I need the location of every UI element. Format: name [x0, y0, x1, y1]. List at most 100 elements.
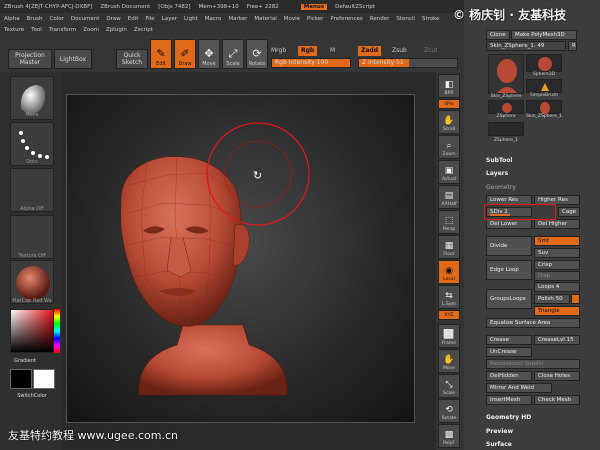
scale-button[interactable]: ⤢ Scale [222, 39, 244, 69]
zoom-button[interactable]: ⌕ Zoom [438, 135, 460, 159]
move-view-button[interactable]: ✋ Move [438, 349, 460, 373]
menu-item[interactable]: Layer [162, 16, 177, 22]
lsym-button[interactable]: ⇆ L.Sym [438, 285, 460, 309]
zcut-toggle[interactable]: Zcut [424, 46, 438, 56]
frame-button[interactable]: ⬜ Frame [438, 324, 460, 348]
z-intensity-slider[interactable]: Z Intensity 51 [358, 58, 458, 68]
triangle-toggle[interactable]: Triangle [534, 306, 580, 316]
tool-thumb-zsphere[interactable] [488, 100, 524, 114]
hue-strip[interactable] [54, 309, 60, 353]
current-tool-slider[interactable]: Skin_ZSphere_1. 49 [486, 41, 566, 51]
tool-thumb-sphere3d[interactable] [526, 54, 562, 72]
zsub-toggle[interactable]: Zsub [392, 46, 407, 56]
local-button[interactable]: ◉ Local [438, 260, 460, 284]
menu-item[interactable]: Zscript [134, 27, 153, 33]
quick-sketch-button[interactable]: Quick Sketch [116, 49, 148, 69]
draw-button[interactable]: ✐ Draw [174, 39, 196, 69]
menu-item[interactable]: Transform [49, 27, 76, 33]
menu-item[interactable]: Color [50, 16, 64, 22]
delhidden-button[interactable]: DelHidden [486, 371, 532, 381]
del-lower-button[interactable]: Del Lower [486, 219, 532, 229]
crease-button[interactable]: Crease [486, 335, 532, 345]
geometry-header[interactable]: Geometry [486, 184, 516, 191]
zadd-toggle[interactable]: Zadd [358, 46, 381, 56]
geometry-hd-header[interactable]: Geometry HD [486, 414, 531, 421]
tool-thumb-skin-zsphere[interactable] [488, 54, 524, 94]
default-zscript[interactable]: DefaultZScript [335, 4, 375, 10]
reconstruct-subdiv-button[interactable]: Reconstruct Subdiv [486, 359, 580, 369]
creaselvl-slider[interactable]: CreaseLvl 15 [534, 335, 580, 345]
crisp-toggle[interactable]: Crisp [534, 260, 580, 270]
mirror-and-weld-button[interactable]: Mirror And Weld [486, 383, 552, 393]
menu-item[interactable]: Stencil [396, 16, 415, 22]
insertmesh-button[interactable]: InsertMesh [486, 395, 532, 405]
menu-item[interactable]: Preferences [330, 16, 362, 22]
menu-item[interactable]: Document [71, 16, 100, 22]
edge-loop-button[interactable]: Edge Loop [486, 260, 532, 280]
xyz-button[interactable]: XYZ [438, 310, 460, 320]
document-canvas[interactable]: ↻ [66, 94, 415, 423]
polish-toggle[interactable] [571, 294, 580, 304]
menu-item[interactable]: Zoom [83, 27, 99, 33]
surface-header[interactable]: Surface [486, 441, 512, 448]
color-picker[interactable] [10, 309, 54, 353]
menu-item[interactable]: Draw [106, 16, 120, 22]
tool-thumb-skin-zsphere-1[interactable] [526, 100, 562, 114]
smt-toggle[interactable]: Smt [534, 236, 580, 246]
polish-slider[interactable]: Polish 50 [534, 294, 570, 304]
cage-button[interactable]: Cage [558, 207, 580, 217]
menu-item[interactable]: Stroke [422, 16, 440, 22]
m-toggle[interactable]: M [330, 46, 335, 56]
menu-item[interactable]: Render [370, 16, 390, 22]
menu-item[interactable]: Movie [284, 16, 300, 22]
move-button[interactable]: ✥ Move [198, 39, 220, 69]
scroll-button[interactable]: ✋ Scroll [438, 110, 460, 134]
close-holes-button[interactable]: Close Holes [534, 371, 580, 381]
rgb-intensity-slider[interactable]: Rgb Intensity 100 [271, 58, 351, 68]
menu-item[interactable]: Alpha [4, 16, 20, 22]
del-higher-button[interactable]: Del Higher [534, 219, 580, 229]
polyf-button[interactable]: ▩ PolyF [438, 424, 460, 448]
layers-header[interactable]: Layers [486, 170, 508, 177]
menu-item[interactable]: Edit [128, 16, 139, 22]
clone-button[interactable]: Clone [486, 30, 510, 40]
uncrease-button[interactable]: UnCrease [486, 347, 532, 357]
edit-button[interactable]: ✎ Edit [150, 39, 172, 69]
equalize-surface-area-button[interactable]: Equalize Surface Area [486, 318, 580, 328]
rotate-view-button[interactable]: ⟲ Rotate [438, 399, 460, 423]
menu-item[interactable]: Picker [307, 16, 323, 22]
groupsloops-button[interactable]: GroupsLoops [486, 289, 532, 309]
menu-item[interactable]: Marker [228, 16, 247, 22]
rgb-toggle[interactable]: Rgb [298, 46, 318, 56]
menu-item[interactable]: Macro [205, 16, 222, 22]
scale-view-button[interactable]: ⤡ Scale [438, 374, 460, 398]
menu-item[interactable]: Tool [31, 27, 42, 33]
lightbox-button[interactable]: LightBox [54, 49, 92, 69]
preview-header[interactable]: Preview [486, 428, 513, 435]
menu-item[interactable]: Material [254, 16, 276, 22]
menu-item[interactable]: Zplugin [106, 27, 127, 33]
persp-button[interactable]: ⬚ Persp [438, 210, 460, 234]
subtool-header[interactable]: SubTool [486, 157, 512, 164]
make-polymesh-button[interactable]: Make PolyMesh3D [511, 30, 577, 40]
secondary-color[interactable] [10, 369, 32, 389]
switch-color-button[interactable]: SwitchColor [10, 393, 54, 399]
r-button[interactable]: R [568, 41, 577, 51]
suv-toggle[interactable]: Suv [534, 248, 580, 258]
aahalf-button[interactable]: ▤ AAHalf [438, 185, 460, 209]
tool-thumb-zsphere-1[interactable] [488, 122, 524, 136]
floor-button[interactable]: ▦ Floor [438, 235, 460, 259]
disp-toggle[interactable]: Disp [534, 271, 580, 281]
menu-item[interactable]: Texture [4, 27, 24, 33]
projection-master-button[interactable]: Projection Master [8, 49, 52, 69]
tool-thumb-simplebrush[interactable] [526, 79, 562, 93]
menu-item[interactable]: Brush [27, 16, 43, 22]
loops-slider[interactable]: Loops 4 [534, 282, 580, 292]
actual-button[interactable]: ▣ Actual [438, 160, 460, 184]
mrgb-toggle[interactable]: Mrgb [271, 46, 286, 56]
main-color[interactable] [33, 369, 55, 389]
check-mesh-button[interactable]: Check Mesh [534, 395, 580, 405]
menu-item[interactable]: File [145, 16, 154, 22]
menus-button[interactable]: Menus [300, 3, 328, 10]
spix-slider[interactable]: SPix [438, 99, 460, 109]
